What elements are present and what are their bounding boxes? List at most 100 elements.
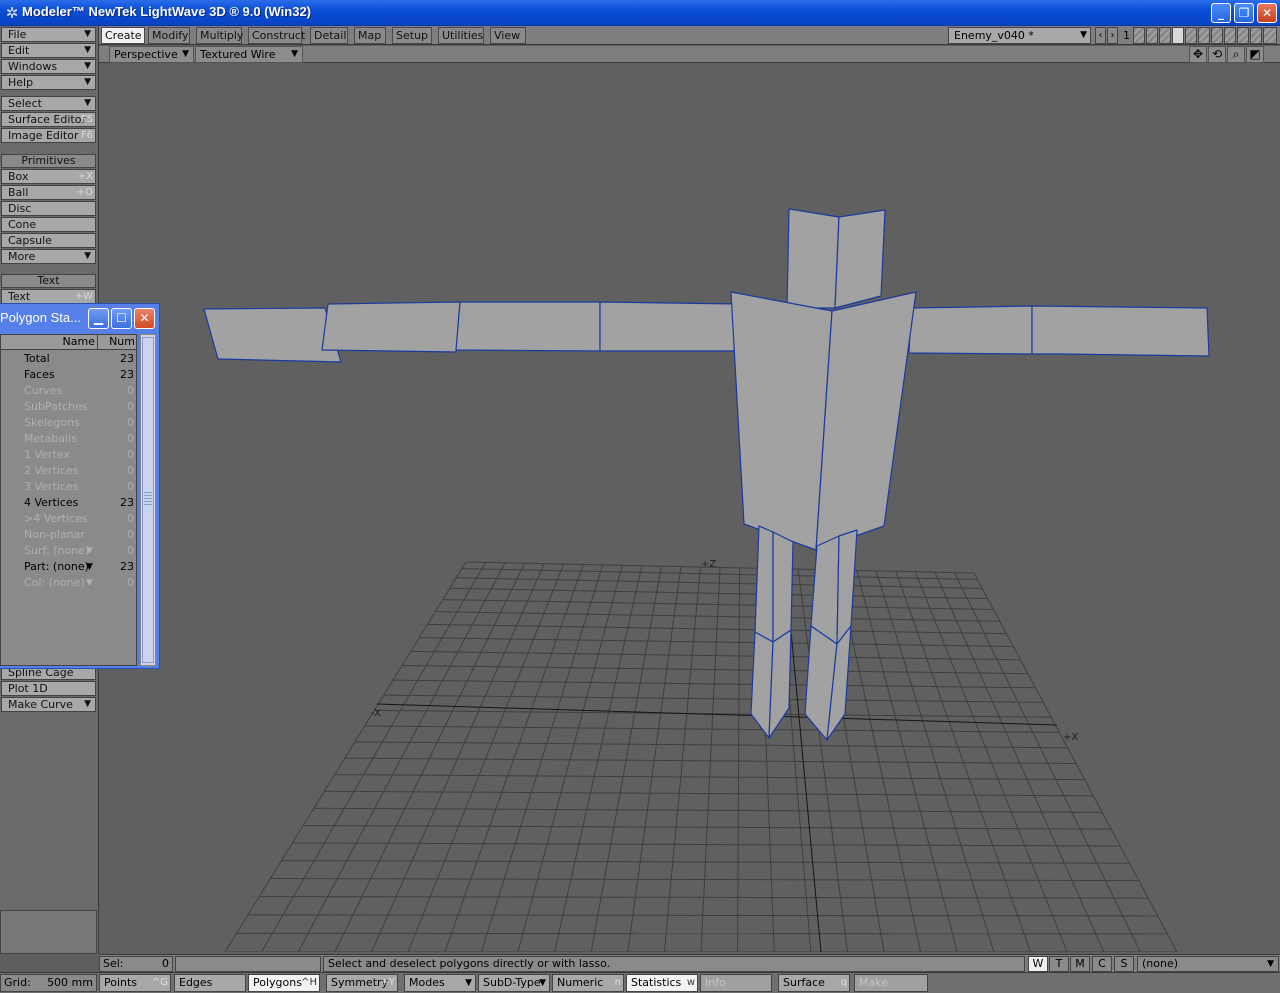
select-menu[interactable]: Select ▼	[1, 96, 96, 111]
mesh-polygon[interactable]	[599, 301, 740, 352]
close-button[interactable]: ✕	[134, 308, 155, 329]
layer-cell[interactable]	[1250, 27, 1262, 44]
tab-modify[interactable]: Modify	[148, 27, 190, 44]
info-button[interactable]: Info	[700, 974, 772, 992]
wtmcs-t-button[interactable]: T	[1049, 956, 1069, 972]
surface-editor-button[interactable]: Surface Editor F5	[1, 112, 96, 127]
mesh-polygon[interactable]	[834, 209, 886, 309]
plot1d-button[interactable]: Plot 1D	[1, 681, 96, 696]
stats-row-value: 23	[120, 496, 134, 509]
mesh-polygon[interactable]	[836, 529, 858, 645]
polygon-statistics-window[interactable]: Polygon Sta... ▁ ☐ ✕ Name Num Total 23 Fac…	[0, 303, 160, 669]
restore-button[interactable]: ❐	[1234, 3, 1254, 23]
disc-tool-button[interactable]: Disc	[1, 201, 96, 216]
text-tool-button[interactable]: Text +W	[1, 289, 96, 304]
rotate-view-icon[interactable]: ⟲	[1208, 46, 1226, 63]
wtmcs-w-button[interactable]: W	[1028, 956, 1048, 972]
edges-mode-button[interactable]: Edges	[174, 974, 246, 992]
close-button[interactable]: ✕	[1257, 3, 1277, 23]
layer-cell[interactable]	[1159, 27, 1171, 44]
modes-menu[interactable]: Modes ▼	[404, 974, 476, 992]
more-menu[interactable]: More ▼	[1, 249, 96, 264]
layer-cell[interactable]	[1263, 27, 1277, 44]
mesh-polygon[interactable]	[754, 525, 774, 643]
tab-construct[interactable]: Construct	[248, 27, 305, 44]
layer-cell[interactable]	[1198, 27, 1210, 44]
statistics-button[interactable]: Statistics w	[626, 974, 698, 992]
subd-type-menu[interactable]: SubD-Type ▼	[478, 974, 550, 992]
prev-layer-button[interactable]: ‹	[1095, 27, 1106, 44]
mesh-polygon[interactable]	[768, 629, 792, 739]
next-layer-button[interactable]: ›	[1107, 27, 1118, 44]
points-mode-button[interactable]: Points ^G	[99, 974, 171, 992]
wtmcs-c-button[interactable]: C	[1092, 956, 1112, 972]
stats-row-value: 23	[120, 560, 134, 573]
layer-cell[interactable]	[1133, 27, 1145, 44]
image-editor-button[interactable]: Image Editor F6	[1, 128, 96, 143]
layer-cell[interactable]	[1237, 27, 1249, 44]
file-menu[interactable]: File ▼	[1, 27, 96, 42]
render-mode-dropdown[interactable]: Textured Wire ▼	[195, 46, 303, 63]
mesh-polygon[interactable]	[810, 535, 840, 645]
stats-row-name: 1 Vertex	[24, 448, 70, 461]
status-blank-field	[175, 956, 321, 972]
tab-detail[interactable]: Detail	[310, 27, 348, 44]
maximize-viewport-icon[interactable]: ◩	[1246, 46, 1264, 63]
grid-line	[517, 565, 623, 952]
ball-tool-button[interactable]: Ball +O	[1, 185, 96, 200]
wtmcs-s-button[interactable]: S	[1114, 956, 1134, 972]
layer-cell[interactable]	[1185, 27, 1197, 44]
mesh-polygon[interactable]	[1031, 305, 1210, 357]
mesh-polygon[interactable]	[321, 301, 461, 353]
perspective-viewport[interactable]: +Z -X +X	[99, 64, 1280, 952]
vertex-map-dropdown[interactable]: (none) ▼	[1137, 956, 1279, 972]
make-curve-menu[interactable]: Make Curve ▼	[1, 697, 96, 712]
minimize-button[interactable]: ▁	[88, 308, 109, 329]
capsule-tool-button[interactable]: Capsule	[1, 233, 96, 248]
mesh-polygon[interactable]	[455, 301, 601, 352]
mesh-polygon[interactable]	[786, 208, 840, 309]
edit-menu[interactable]: Edit ▼	[1, 43, 96, 58]
symmetry-button[interactable]: Symmetry +Y	[326, 974, 398, 992]
stats-row-name: SubPatches	[24, 400, 88, 413]
shortcut-label: +X	[77, 171, 93, 182]
minimize-button[interactable]: _	[1211, 3, 1231, 23]
zoom-view-icon[interactable]: ⌕	[1227, 46, 1245, 63]
character-mesh[interactable]	[203, 208, 1210, 741]
stats-scrollbar[interactable]	[140, 334, 156, 666]
tab-map[interactable]: Map	[354, 27, 386, 44]
stats-row: 4 Vertices 23	[1, 495, 136, 511]
tab-utilities[interactable]: Utilities	[438, 27, 484, 44]
mesh-polygon[interactable]	[815, 291, 917, 551]
mesh-polygon[interactable]	[730, 291, 833, 551]
object-selector[interactable]: Enemy_v040 * ▼	[948, 27, 1091, 44]
polygons-mode-button[interactable]: Polygons ^H	[248, 974, 320, 992]
layer-cell-foreground[interactable]	[1172, 27, 1184, 44]
layer-cell[interactable]	[1224, 27, 1236, 44]
tab-create[interactable]: Create	[101, 27, 145, 44]
move-view-icon[interactable]: ✥	[1189, 46, 1207, 63]
maximize-button[interactable]: ☐	[111, 308, 132, 329]
tab-view[interactable]: View	[490, 27, 526, 44]
wtmcs-m-button[interactable]: M	[1070, 956, 1090, 972]
tab-multiply[interactable]: Multiply	[196, 27, 243, 44]
stats-row-value: 0	[127, 512, 134, 525]
layer-cell[interactable]	[1211, 27, 1223, 44]
box-tool-button[interactable]: Box +X	[1, 169, 96, 184]
windows-menu[interactable]: Windows ▼	[1, 59, 96, 74]
chevron-down-icon[interactable]: ▼	[86, 575, 93, 591]
mesh-polygon[interactable]	[203, 307, 342, 363]
mesh-polygon[interactable]	[908, 305, 1033, 355]
layer-cell[interactable]	[1146, 27, 1158, 44]
make-button[interactable]: Make	[854, 974, 928, 992]
mesh-polygon[interactable]	[772, 531, 794, 643]
cone-tool-button[interactable]: Cone	[1, 217, 96, 232]
numeric-button[interactable]: Numeric n	[552, 974, 624, 992]
chevron-down-icon[interactable]: ▼	[86, 559, 93, 575]
tab-setup[interactable]: Setup	[392, 27, 432, 44]
help-menu[interactable]: Help ▼	[1, 75, 96, 90]
points-label: Points	[104, 976, 138, 989]
surface-button[interactable]: Surface q	[778, 974, 850, 992]
view-type-dropdown[interactable]: Perspective ▼	[109, 46, 194, 63]
chevron-down-icon[interactable]: ▼	[86, 543, 93, 559]
